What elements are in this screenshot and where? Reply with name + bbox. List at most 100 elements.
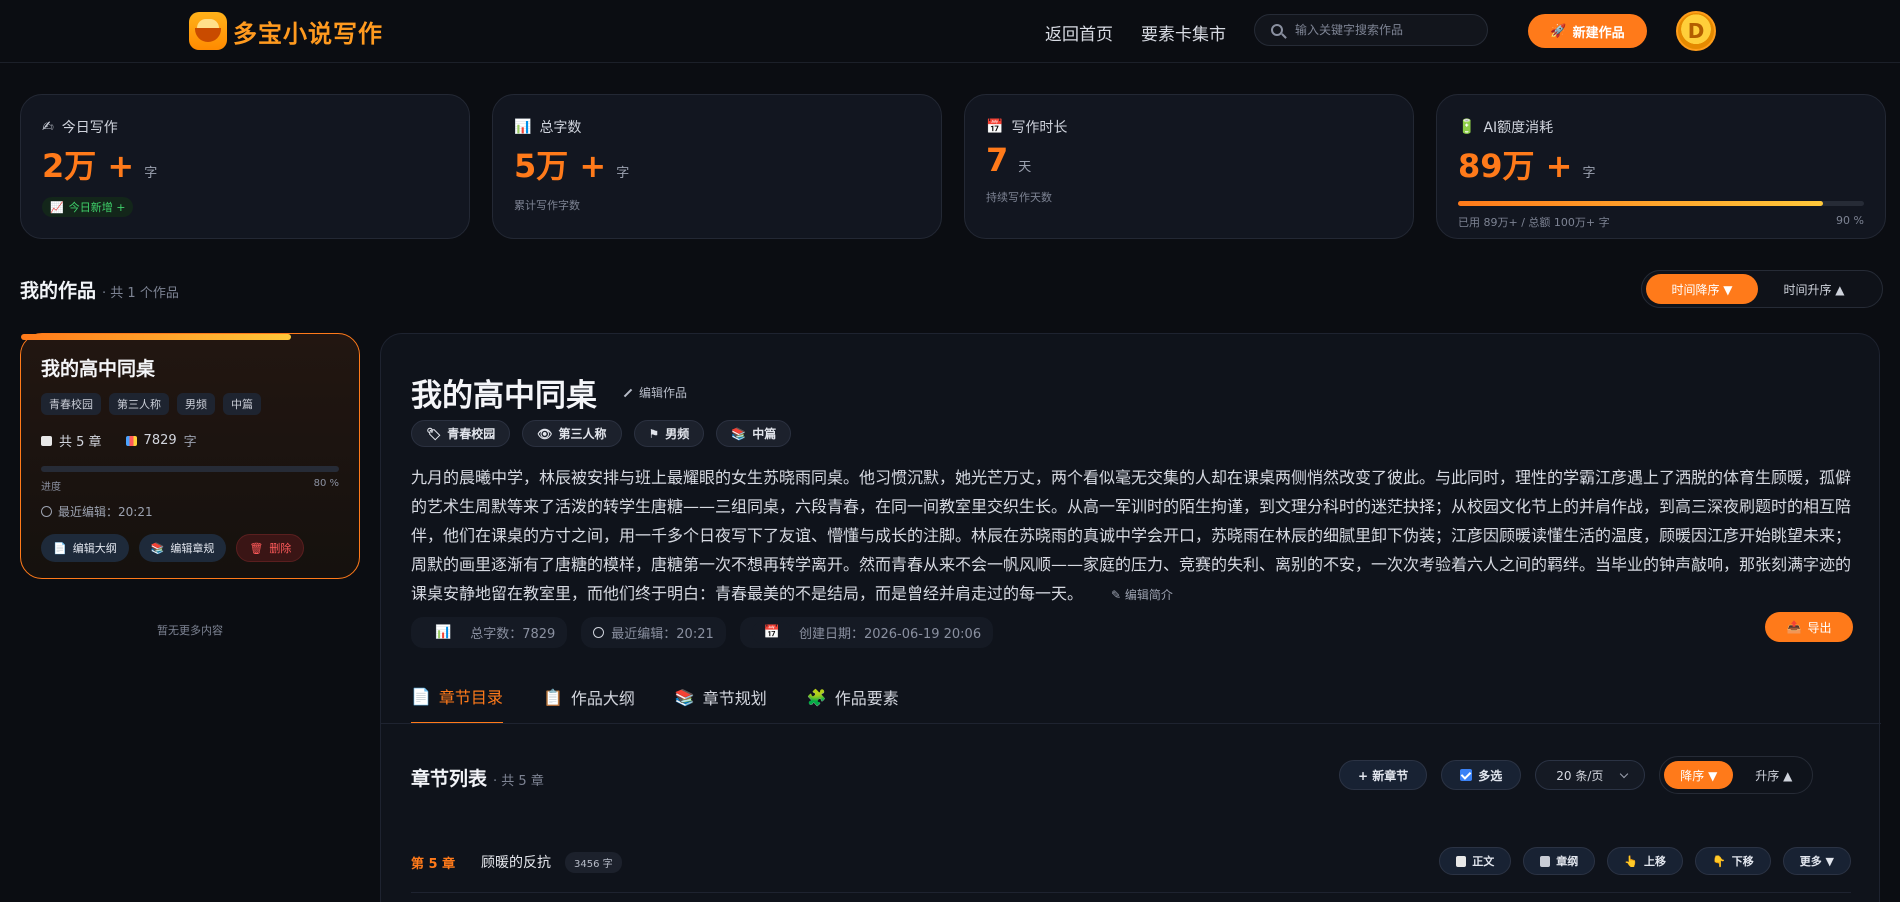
trend-up-icon: 📈 <box>50 200 64 214</box>
word-count: 7829 <box>143 433 177 448</box>
stat-label: AI额度消耗 <box>1483 120 1554 136</box>
avatar[interactable]: D <box>1676 11 1716 51</box>
last-edit-text: 最近编辑：20:21 <box>58 505 153 519</box>
button-label: 下移 <box>1731 855 1754 868</box>
stat-unit: 字 <box>616 166 630 181</box>
stat-label: 今日写作 <box>61 120 118 136</box>
tag-text: 中篇 <box>752 427 777 441</box>
stat-label: 写作时长 <box>1011 120 1068 136</box>
work-detail-panel: 我的高中同桌 编辑作品 🏷 青春校园 👁 第三人称 ⚑ 男频 📚 中篇 九月的晨曦中学，… <box>380 333 1881 902</box>
nav-element-market-link[interactable]: 要素卡集市 <box>1141 20 1226 45</box>
stat-card-ai-quota: 🔋 AI额度消耗 89万 + 字 已用 89万+ / 总额 100万+ 字 90 % <box>1436 94 1886 239</box>
stat-value: 2万 + <box>42 147 135 185</box>
meta-created: 📅 创建日期：2026-06-19 20:06 <box>739 617 994 648</box>
chapter-count: 共 5 章 <box>59 435 102 450</box>
export-icon: 📤 <box>1786 620 1802 634</box>
move-down-button[interactable]: 👇 下移 <box>1695 847 1771 875</box>
sort-asc-option[interactable]: 时间升序 ▲ <box>1758 274 1870 304</box>
eye-icon: 👁 <box>537 426 553 441</box>
clipboard-icon <box>1540 855 1551 867</box>
new-chapter-button[interactable]: + 新章节 <box>1339 760 1428 790</box>
work-card[interactable]: 我的高中同桌 青春校园 第三人称 男频 中篇 共 5 章 7829 字 进度 80 … <box>20 333 360 579</box>
search-input[interactable] <box>1295 23 1465 37</box>
order-desc-option[interactable]: 降序 ▼ <box>1664 761 1734 789</box>
chapter-outline-button[interactable]: 章纲 <box>1523 847 1596 875</box>
nav-home-link[interactable]: 返回首页 <box>1045 20 1113 45</box>
works-title: 我的作品 <box>20 280 97 302</box>
new-work-button[interactable]: 🚀 新建作品 <box>1528 14 1647 48</box>
sort-desc-option[interactable]: 时间降序 ▼ <box>1646 274 1758 304</box>
meta-text: 最近编辑：20:21 <box>611 627 714 642</box>
page-size-value: 20 条/页 <box>1556 768 1604 783</box>
move-up-button[interactable]: 👆 上移 <box>1607 847 1683 875</box>
works-count: · 共 1 个作品 <box>102 286 179 301</box>
work-progress-fill <box>21 334 292 340</box>
document-icon <box>1456 855 1467 867</box>
edit-chapter-rules-button[interactable]: 📚 编辑章规 <box>138 534 227 562</box>
detail-tag-genre: 🏷 青春校园 <box>411 420 511 447</box>
tab-label: 作品要素 <box>834 689 899 708</box>
calendar-icon: 📅 <box>986 119 1004 135</box>
tab-elements[interactable]: 🧩 作品要素 <box>807 684 899 724</box>
books-icon: 📚 <box>674 687 695 707</box>
chapter-list-tools: + 新章节 多选 20 条/页 降序 ▼ 升序 ▲ <box>1339 756 1814 794</box>
stat-value: 7 <box>986 141 1009 179</box>
tab-label: 章节目录 <box>438 688 503 707</box>
chapter-order-toggle: 降序 ▼ 升序 ▲ <box>1659 756 1814 794</box>
edit-work-link[interactable]: 编辑作品 <box>623 384 687 401</box>
tab-divider <box>381 723 1881 724</box>
chapter-content-button[interactable]: 正文 <box>1439 847 1512 875</box>
delete-work-button[interactable]: 🗑 删除 <box>236 534 305 562</box>
stat-value: 89万 + <box>1458 147 1573 185</box>
stat-card-today: ✍ 今日写作 2万 + 字 📈 今日新增 + <box>20 94 470 239</box>
tab-outline[interactable]: 📋 作品大纲 <box>543 684 635 724</box>
tab-chapter-catalog[interactable]: 📄 章节目录 <box>411 684 503 724</box>
button-label: 编辑大纲 <box>72 542 117 555</box>
trash-icon: 🗑 <box>249 541 264 555</box>
multi-select-toggle[interactable]: 多选 <box>1441 760 1522 790</box>
button-label: 编辑章规 <box>170 542 215 555</box>
page-size-select[interactable]: 20 条/页 <box>1535 760 1646 790</box>
tab-label: 作品大纲 <box>570 689 635 708</box>
button-label: 删除 <box>269 542 292 555</box>
works-section-title: 我的作品 · 共 1 个作品 <box>20 276 179 303</box>
synopsis-text: 九月的晨曦中学，林辰被安排与班上最耀眼的女生苏晓雨同桌。他习惯沉默，她光芒万丈，… <box>411 468 1852 603</box>
today-increase-badge: 📈 今日新增 + <box>42 197 134 217</box>
edit-outline-button[interactable]: 📄 编辑大纲 <box>41 534 129 562</box>
work-tag: 中篇 <box>223 393 261 415</box>
tag-text: 第三人称 <box>558 427 607 441</box>
chapter-row[interactable]: 第 5 章 顾暖的反抗 3456 字 正文 章纲 👆 上移 👇 下移 更多 ▼ <box>411 843 1851 881</box>
new-work-label: 新建作品 <box>1572 25 1625 41</box>
logo-icon <box>189 12 227 50</box>
more-actions-button[interactable]: 更多 ▼ <box>1782 847 1851 875</box>
tag-text: 青春校园 <box>447 427 496 441</box>
tab-label: 章节规划 <box>702 689 767 708</box>
meta-total-words: 📊 总字数：7829 <box>411 617 568 648</box>
search-box[interactable] <box>1254 14 1488 46</box>
flag-icon: ⚑ <box>648 426 660 441</box>
stat-card-total: 📊 总字数 5万 + 字 累计写作字数 <box>492 94 942 239</box>
top-bar: 多宝小说写作 返回首页 要素卡集市 🚀 新建作品 D <box>0 0 1900 63</box>
work-progress-bar <box>21 334 339 472</box>
brand[interactable]: 多宝小说写作 <box>189 12 383 50</box>
multi-select-label: 多选 <box>1478 768 1503 783</box>
ai-usage-text: 已用 89万+ / 总额 100万+ 字 <box>1458 216 1610 229</box>
document-icon: 📄 <box>53 541 67 555</box>
work-tag: 青春校园 <box>41 393 101 415</box>
edit-synopsis-link[interactable]: ✎ 编辑简介 <box>1111 588 1173 602</box>
bar-chart-icon: 📊 <box>423 621 464 644</box>
ai-usage-percent: 90 % <box>1836 214 1864 227</box>
calendar-icon: 📅 <box>751 621 792 644</box>
label-icon: 🏷 <box>426 426 442 441</box>
pointing-down-icon: 👇 <box>1712 854 1726 868</box>
export-button[interactable]: 📤 导出 <box>1765 612 1853 642</box>
stat-label: 总字数 <box>539 120 582 136</box>
tab-chapter-plan[interactable]: 📚 章节规划 <box>675 684 767 724</box>
brand-name: 多宝小说写作 <box>233 19 383 48</box>
order-asc-option[interactable]: 升序 ▲ <box>1739 761 1808 789</box>
progress-label: 进度 <box>41 482 61 493</box>
books-icon: 📚 <box>150 541 165 555</box>
word-unit: 字 <box>183 435 197 450</box>
work-tag: 男频 <box>177 393 215 415</box>
progress-percent: 80 % <box>313 478 339 489</box>
